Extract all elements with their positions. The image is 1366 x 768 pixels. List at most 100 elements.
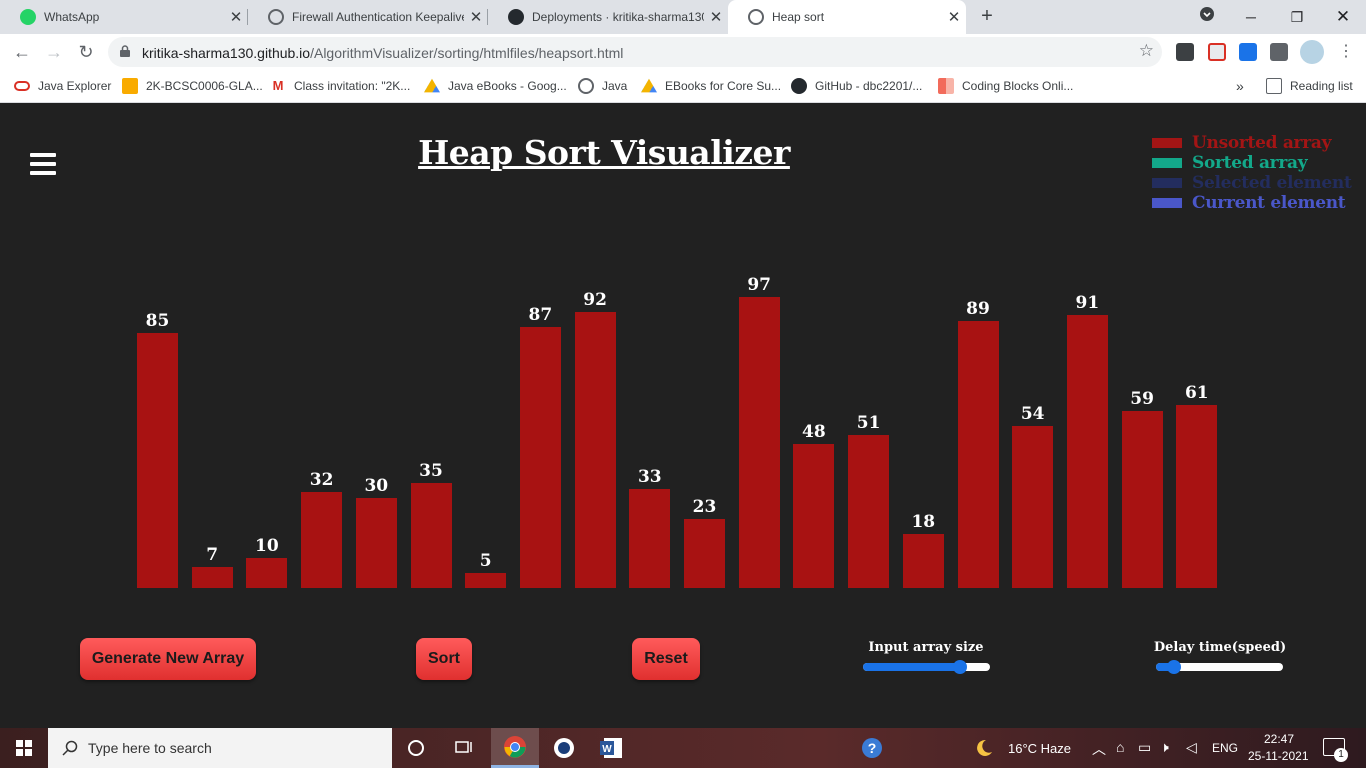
array-bar: [246, 558, 288, 588]
bar-value-label: 54: [1020, 404, 1045, 424]
app-taskbar-icon[interactable]: [540, 728, 588, 768]
array-bar: [574, 312, 616, 588]
weather-text[interactable]: 16°C Haze: [1008, 741, 1071, 756]
bar-value-label: 92: [583, 290, 607, 310]
close-icon[interactable]: ✕: [704, 8, 728, 26]
close-icon[interactable]: ✕: [224, 8, 248, 26]
clock-time[interactable]: 22:47: [1264, 732, 1294, 746]
bar-value-label: 35: [419, 461, 443, 481]
bar-value-label: 7: [206, 545, 219, 565]
bookmark-star-icon[interactable]: ☆: [1139, 41, 1154, 61]
extension-icon[interactable]: [1239, 43, 1257, 61]
new-tab-button[interactable]: +: [976, 5, 998, 27]
array-bar: [1066, 315, 1108, 588]
browser-tab-active[interactable]: Heap sort ✕: [728, 0, 966, 34]
bookmark-label: Java eBooks - Goog...: [448, 79, 567, 93]
classroom-icon: [122, 78, 138, 94]
bookmark-item[interactable]: M Class invitation: "2K...: [270, 77, 411, 95]
restore-icon[interactable]: ❐: [1274, 4, 1320, 30]
address-bar[interactable]: kritika-sharma130.github.io/AlgorithmVis…: [108, 37, 1162, 67]
bar-value-label: 18: [911, 512, 936, 532]
array-bar: [1012, 426, 1054, 588]
bar-value-label: 10: [255, 536, 279, 556]
reload-icon[interactable]: ↻: [74, 40, 98, 64]
bar-value-label: 48: [802, 422, 826, 442]
sort-button[interactable]: Sort: [416, 638, 472, 680]
bookmark-item[interactable]: Java: [578, 77, 627, 95]
bookmarks-overflow-button[interactable]: »: [1236, 77, 1244, 95]
array-bar: [519, 327, 561, 588]
slider-thumb[interactable]: [952, 660, 967, 674]
bar-value-label: 5: [479, 551, 492, 571]
bookmark-item[interactable]: 2K-BCSC0006-GLA...: [122, 77, 263, 95]
array-bar: [301, 492, 343, 588]
browser-tab[interactable]: Deployments · kritika-sharma130 ✕: [488, 0, 728, 34]
url-text: kritika-sharma130.github.io/AlgorithmVis…: [142, 45, 623, 61]
forward-icon[interactable]: →: [42, 40, 66, 64]
globe-icon: [268, 9, 284, 25]
slider-fill: [863, 663, 960, 671]
bookmark-label: 2K-BCSC0006-GLA...: [146, 79, 263, 93]
slider-thumb[interactable]: [1166, 660, 1181, 674]
bookmark-label: GitHub - dbc2201/...: [815, 79, 923, 93]
visualizer-page: Heap Sort Visualizer Unsorted array Sort…: [0, 103, 1366, 728]
bar-value-label: 89: [966, 299, 990, 319]
bookmark-item[interactable]: Java eBooks - Goog...: [424, 77, 567, 95]
display-icon[interactable]: ▭: [1138, 739, 1151, 756]
extension-icon[interactable]: [1208, 43, 1226, 61]
back-icon[interactable]: ←: [10, 40, 34, 64]
delay-time-slider[interactable]: [1156, 660, 1283, 674]
more-menu-icon[interactable]: ⋮: [1334, 40, 1358, 64]
bookmark-label: Class invitation: "2K...: [294, 79, 411, 93]
reading-list-icon: [1266, 78, 1282, 94]
minimize-icon[interactable]: ─: [1228, 4, 1274, 30]
extension-icon[interactable]: [1176, 43, 1194, 61]
browser-tab[interactable]: Firewall Authentication Keepalive ✕: [248, 0, 488, 34]
bar-value-label: 59: [1130, 389, 1154, 409]
bookmark-item[interactable]: GitHub - dbc2201/...: [791, 77, 922, 95]
bookmark-item[interactable]: Coding Blocks Onli...: [938, 77, 1073, 95]
help-icon[interactable]: ?: [848, 728, 896, 768]
windows-start-icon[interactable]: [0, 728, 48, 768]
globe-icon: [748, 9, 764, 25]
volume-muted-icon[interactable]: 🕨: [1160, 739, 1169, 756]
github-icon: [791, 78, 807, 94]
bookmark-label: Coding Blocks Onli...: [962, 79, 1074, 93]
tray-chevron-icon[interactable]: ︿: [1092, 739, 1106, 759]
reset-button[interactable]: Reset: [632, 638, 700, 680]
reading-list-label: Reading list: [1290, 79, 1353, 93]
array-bar: [465, 573, 507, 588]
bookmarks-bar: Java Explorer 2K-BCSC0006-GLA... M Class…: [0, 70, 1366, 103]
bar-value-label: 33: [637, 467, 662, 487]
bookmark-item[interactable]: EBooks for Core Su...: [641, 77, 781, 95]
puzzle-icon[interactable]: [1270, 43, 1288, 61]
language-indicator[interactable]: ENG: [1212, 741, 1238, 755]
browser-tab[interactable]: WhatsApp ✕: [0, 0, 248, 34]
speaker-icon[interactable]: ◁: [1186, 739, 1197, 756]
bar-value-label: 23: [692, 497, 717, 517]
close-window-icon[interactable]: ✕: [1320, 4, 1366, 30]
array-size-slider[interactable]: [863, 660, 990, 674]
svg-text:?: ?: [868, 740, 877, 756]
cortana-icon[interactable]: [392, 728, 440, 768]
clock-date[interactable]: 25-11-2021: [1248, 749, 1309, 763]
bookmark-label: EBooks for Core Su...: [665, 79, 782, 93]
close-icon[interactable]: ✕: [464, 8, 488, 26]
bookmark-item[interactable]: Java Explorer: [14, 77, 111, 95]
svg-text:W: W: [602, 744, 612, 755]
array-bar: [957, 321, 999, 588]
array-bar: [410, 483, 452, 588]
generate-new-array-button[interactable]: Generate New Array: [80, 638, 256, 680]
network-icon[interactable]: ⌂: [1116, 739, 1124, 755]
task-view-icon[interactable]: [440, 728, 488, 768]
tab-search-icon[interactable]: [1184, 4, 1230, 30]
codingblocks-icon: [938, 78, 954, 94]
weather-moon-icon[interactable]: [964, 728, 1004, 768]
reading-list-button[interactable]: Reading list: [1266, 77, 1353, 95]
avatar[interactable]: [1300, 40, 1324, 64]
taskbar-search-box[interactable]: Type here to search: [48, 728, 392, 768]
chrome-taskbar-icon[interactable]: [491, 728, 539, 768]
browser-tab-strip: WhatsApp ✕ Firewall Authentication Keepa…: [0, 0, 1366, 34]
close-icon[interactable]: ✕: [942, 8, 966, 26]
word-taskbar-icon[interactable]: W: [588, 728, 636, 768]
